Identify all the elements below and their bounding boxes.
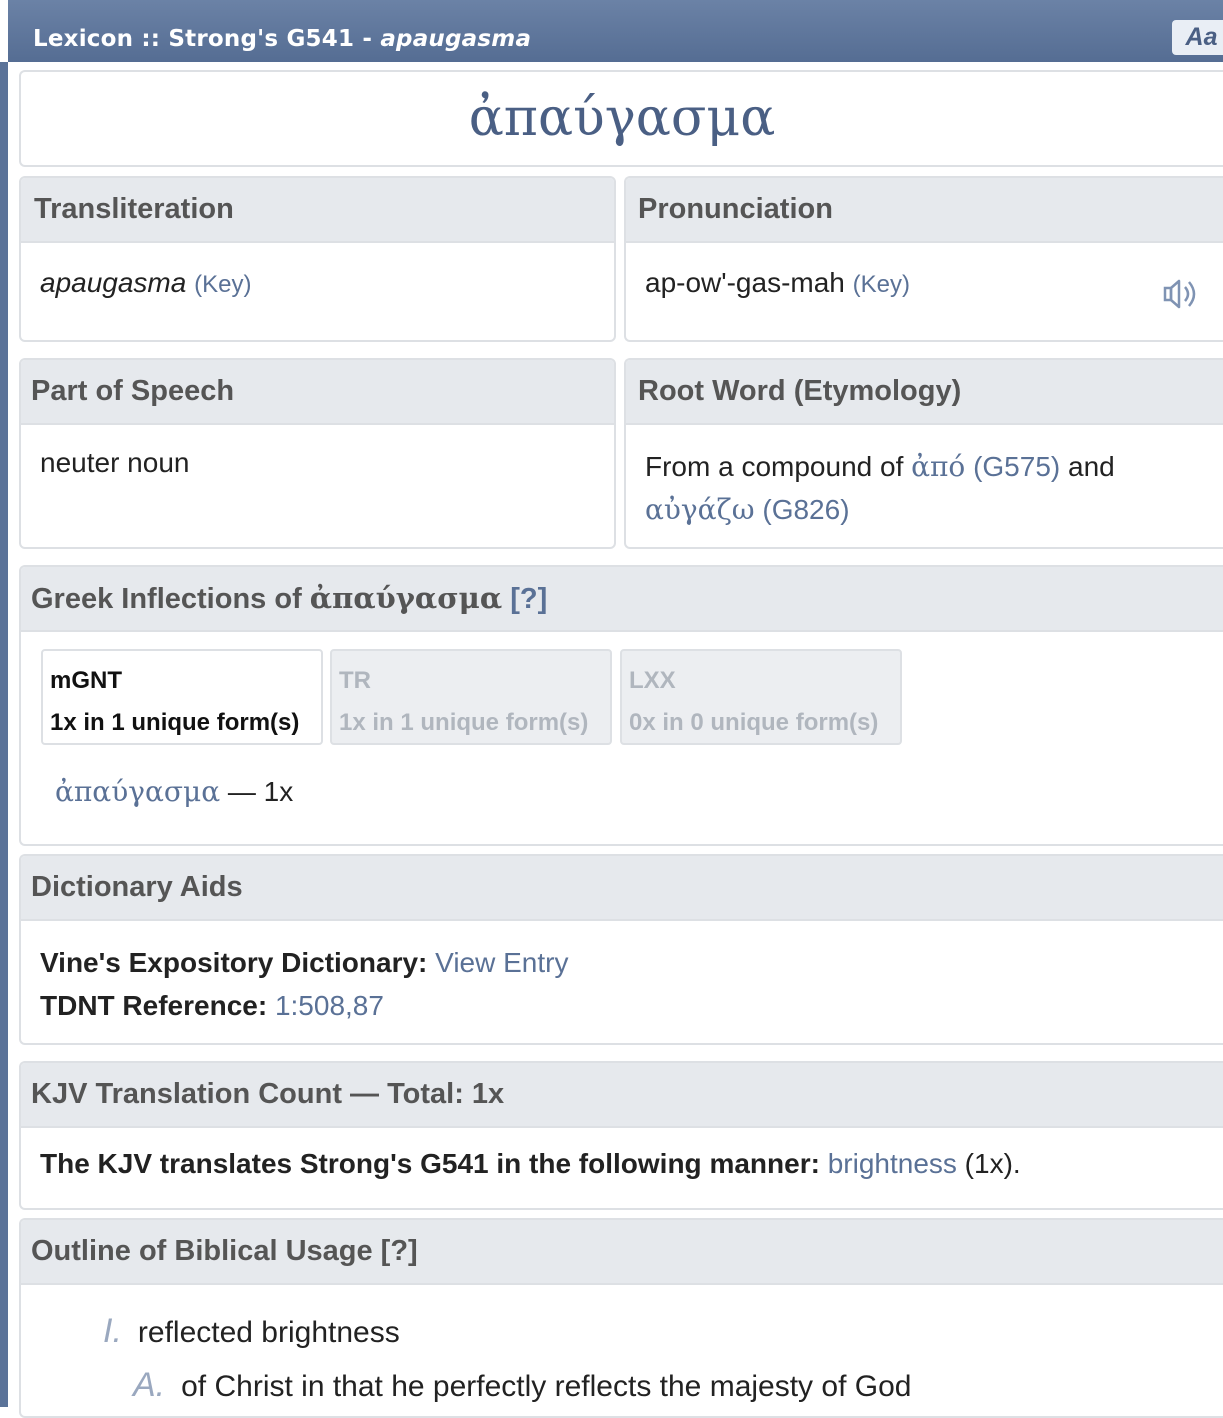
part-of-speech-value: neuter noun [40,447,190,478]
kjv-count-card: KJV Translation Count — Total: 1x The KJ… [19,1061,1223,1210]
root-word-heading: Root Word (Etymology) [626,360,1223,425]
window-titlebar: Lexicon :: Strong's G541 - apaugasma Aa [8,0,1223,62]
transliteration-key-link[interactable]: (Key) [194,271,251,298]
inflection-tab-name: mGNT [50,667,122,694]
root-word-prefix: From a compound of [645,451,912,482]
dictionary-aids-heading: Dictionary Aids [21,856,1223,921]
kjv-count-heading: KJV Translation Count — Total: 1x [21,1063,1223,1128]
tdnt-reference-link[interactable]: 1:508,87 [275,990,384,1021]
inflections-card: Greek Inflections of ἀπαύγασμα [?] mGNT … [19,565,1223,846]
inflection-tab-name: TR [339,667,371,694]
pronunciation-heading: Pronunciation [626,178,1223,243]
transliteration-heading: Transliteration [21,178,614,243]
inflection-tab-name: LXX [629,667,676,694]
outline-item-number: I. [103,1312,122,1350]
kjv-count-body: The KJV translates Strong's G541 in the … [21,1128,1223,1180]
inflections-heading-prefix: Greek Inflections of [31,583,310,615]
lemma-title: ἀπαύγασμα [468,88,776,148]
root-word-body: From a compound of ἀπό (G575) and αὐγάζω… [626,425,1223,531]
root-word-link-apo[interactable]: ἀπό [911,450,965,483]
transliteration-body: apaugasma (Key) [21,243,614,299]
root-word-and: and [1060,451,1115,482]
inflection-form-row: ἀπαύγασμα — 1x [55,775,293,808]
outline-subitem: A. of Christ in that he perfectly reflect… [133,1366,911,1405]
pronunciation-card: Pronunciation ap-ow'-gas-mah (Key) [624,176,1223,342]
transliteration-value: apaugasma [40,267,187,298]
window-left-border [0,62,8,1407]
outline-heading-text: Outline of Biblical Usage [?] [31,1235,418,1267]
kjv-word-count: (1x). [956,1148,1021,1179]
inflection-tab-tr[interactable]: TR 1x in 1 unique form(s) [330,649,612,745]
outline-item-number: A. [133,1366,166,1404]
kjv-label: The KJV translates Strong's G541 in the … [40,1148,820,1179]
title-prefix: Lexicon :: Strong's G541 - [33,26,381,52]
inflection-tab-count: 1x in 1 unique form(s) [50,709,300,736]
root-word-card: Root Word (Etymology) From a compound of… [624,358,1223,549]
inflection-form-link[interactable]: ἀπαύγασμα [55,775,220,808]
root-word-strongs-g575[interactable]: (G575) [973,451,1060,482]
outline-item-text: of Christ in that he perfectly reflects … [181,1370,912,1403]
outline-card: Outline of Biblical Usage [?] I. reflecte… [19,1218,1223,1418]
dictionary-aids-card: Dictionary Aids Vine's Expository Dictio… [19,854,1223,1045]
inflection-tab-count: 1x in 1 unique form(s) [339,709,589,736]
outline-item-text: reflected brightness [137,1316,400,1349]
inflections-heading: Greek Inflections of ἀπαύγασμα [?] [21,567,1223,632]
part-of-speech-heading: Part of Speech [21,360,614,425]
inflection-tab-mgnt[interactable]: mGNT 1x in 1 unique form(s) [41,649,323,745]
root-word-link-augazo[interactable]: αὐγάζω [645,493,755,526]
title-word: apaugasma [380,26,532,52]
lemma-card: ἀπαύγασμα [19,70,1223,167]
dictionary-aids-body: Vine's Expository Dictionary: View Entry… [21,921,1223,1027]
root-word-strongs-g826[interactable]: (G826) [762,494,849,525]
speaker-icon[interactable] [1161,274,1201,314]
window-title: Lexicon :: Strong's G541 - apaugasma [33,26,531,52]
part-of-speech-card: Part of Speech neuter noun [19,358,616,549]
vine-view-entry-link[interactable]: View Entry [435,947,568,978]
inflection-tab-lxx[interactable]: LXX 0x in 0 unique form(s) [620,649,902,745]
outline-item: I. reflected brightness [103,1312,400,1351]
pronunciation-key-link[interactable]: (Key) [853,271,910,298]
pronunciation-body: ap-ow'-gas-mah (Key) [626,243,1223,299]
transliteration-card: Transliteration apaugasma (Key) [19,176,616,342]
inflection-tab-count: 0x in 0 unique form(s) [629,709,879,736]
inflection-form-count: — 1x [220,776,294,807]
kjv-word-link[interactable]: brightness [828,1148,957,1179]
inflections-help-link[interactable]: [?] [502,583,547,615]
inflections-heading-word: ἀπαύγασμα [309,581,503,615]
tdnt-label: TDNT Reference: [40,990,268,1021]
pronunciation-value: ap-ow'-gas-mah [645,267,845,298]
outline-heading: Outline of Biblical Usage [?] [21,1220,1223,1285]
vine-label: Vine's Expository Dictionary: [40,947,428,978]
font-size-button[interactable]: Aa [1172,20,1223,55]
